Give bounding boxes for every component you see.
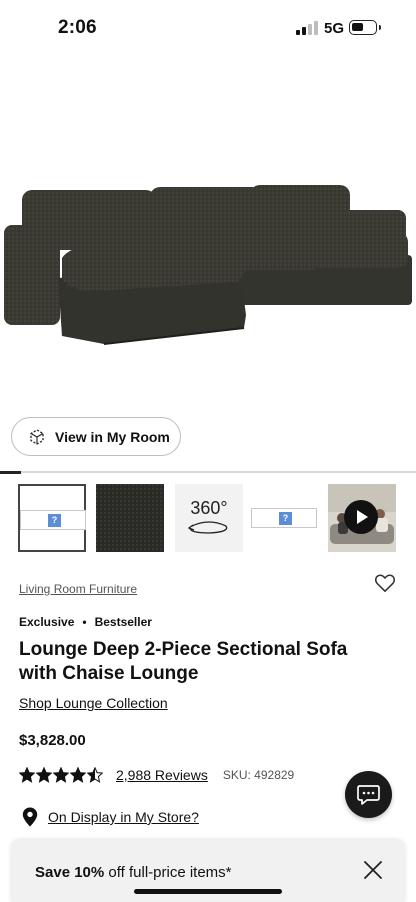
heart-icon[interactable]	[374, 573, 396, 593]
rating-row: 2,988 Reviews SKU: 492829	[19, 766, 294, 784]
view-in-room-button[interactable]: View in My Room	[11, 417, 181, 456]
home-indicator	[134, 889, 282, 894]
badge-bestseller: Bestseller	[94, 615, 152, 629]
rotate-icon	[187, 521, 228, 534]
product-hero-image[interactable]	[0, 160, 416, 360]
star-icon	[53, 767, 69, 783]
thumbnail-360-view[interactable]: 360°	[175, 484, 243, 552]
thumbnail-1[interactable]: ?	[18, 484, 86, 552]
play-icon	[344, 500, 378, 534]
thumbnail-video[interactable]	[328, 484, 396, 552]
product-title: Lounge Deep 2-Piece Sectional Sofa with …	[19, 639, 348, 684]
gallery-progress	[0, 471, 416, 474]
close-icon[interactable]	[363, 860, 383, 880]
fabric-swatch-image	[96, 484, 164, 552]
battery-icon	[349, 20, 381, 35]
store-availability[interactable]: On Display in My Store?	[22, 807, 199, 827]
promo-text: Save 10% off full-price items*	[35, 864, 232, 881]
reviews-link[interactable]: 2,988 Reviews	[116, 767, 208, 783]
broken-image-icon: ?	[20, 510, 86, 530]
signal-icon	[296, 21, 318, 35]
map-pin-icon	[22, 807, 38, 827]
thumbnail-fabric-swatch[interactable]	[96, 484, 164, 552]
view-in-room-icon	[30, 428, 44, 445]
360-label: 360°	[190, 498, 228, 518]
thumbnail-4[interactable]: ?	[251, 484, 319, 552]
star-icon	[36, 767, 52, 783]
thumbnail-strip: ? 360° ?	[0, 484, 416, 554]
star-icon	[19, 767, 35, 783]
promo-rest: off full-price items*	[104, 864, 232, 881]
view-in-room-label: View in My Room	[55, 428, 170, 445]
chat-button[interactable]	[345, 771, 392, 818]
status-bar: 2:06 5G	[0, 0, 416, 56]
chat-icon	[357, 785, 380, 805]
status-time: 2:06	[58, 17, 97, 38]
network-label: 5G	[324, 20, 345, 37]
product-price: $3,828.00	[19, 732, 86, 749]
star-rating	[19, 767, 104, 783]
store-link[interactable]: On Display in My Store?	[48, 809, 199, 825]
category-link[interactable]: Living Room Furniture	[19, 582, 137, 596]
sku-label: SKU: 492829	[222, 768, 295, 782]
promo-bold: Save 10%	[35, 864, 105, 881]
star-icon	[87, 767, 103, 783]
product-badges: Exclusive • Bestseller	[19, 615, 152, 629]
collection-link[interactable]: Shop Lounge Collection	[19, 695, 168, 711]
badge-separator: •	[82, 615, 87, 629]
broken-image-icon: ?	[251, 508, 317, 528]
gallery-progress-fill	[0, 471, 21, 474]
star-icon	[70, 767, 86, 783]
badge-exclusive: Exclusive	[19, 615, 75, 629]
